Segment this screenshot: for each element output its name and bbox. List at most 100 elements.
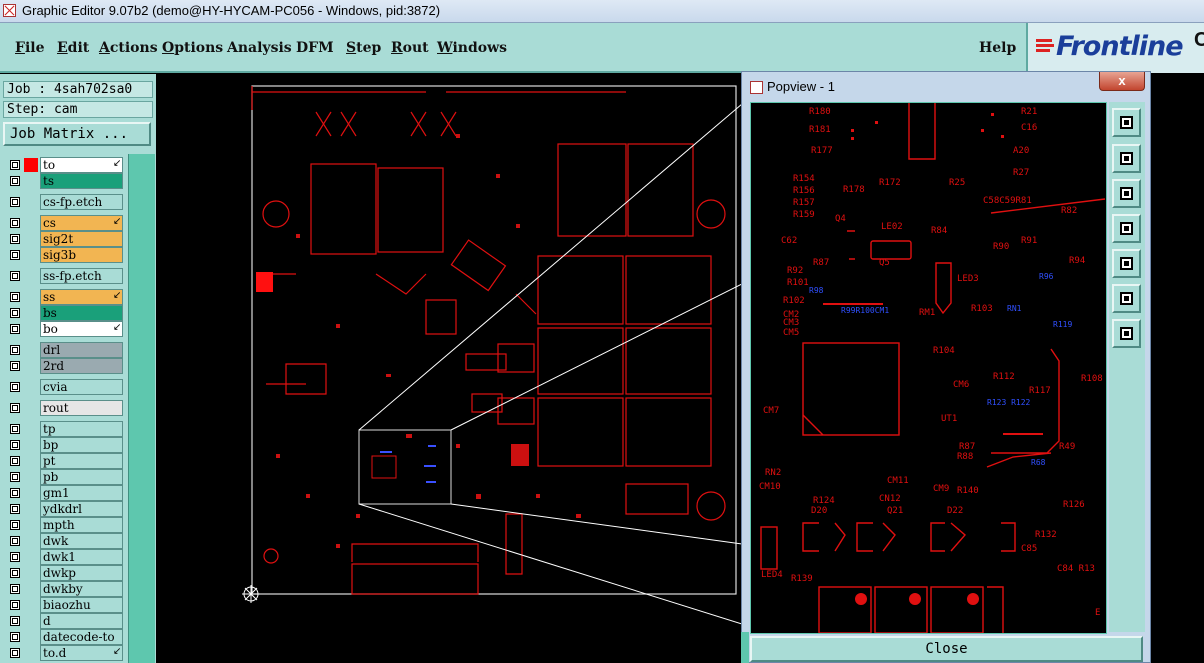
layer-checkbox[interactable] [10, 403, 20, 413]
layer-checkbox[interactable] [10, 197, 20, 207]
layer-checkbox[interactable] [10, 271, 20, 281]
layer-checkbox[interactable] [10, 440, 20, 450]
layer-label[interactable]: dwkby [40, 581, 123, 597]
popview-close-icon[interactable]: x [1099, 72, 1145, 91]
layer-row[interactable]: d [5, 613, 125, 629]
graphic-canvas[interactable] [156, 74, 742, 663]
layer-checkbox[interactable] [10, 234, 20, 244]
layer-label[interactable]: dwk [40, 533, 123, 549]
layer-label[interactable]: drl [40, 342, 123, 358]
layer-row[interactable]: cs ↙ [5, 215, 125, 231]
menu-rout[interactable]: Rout [391, 40, 429, 56]
layer-label[interactable]: mpth [40, 517, 123, 533]
popview-layer-down-icon[interactable] [1112, 179, 1141, 208]
layer-label[interactable]: ts [40, 173, 123, 189]
layer-row[interactable]: to ↙ [5, 157, 125, 173]
layer-color-swatch[interactable] [24, 158, 38, 172]
layer-label[interactable]: tp [40, 421, 123, 437]
layer-checkbox[interactable] [10, 218, 20, 228]
layer-row[interactable]: tp [5, 421, 125, 437]
menu-options[interactable]: Options [162, 40, 223, 56]
layer-label[interactable]: cs [40, 215, 123, 231]
layer-checkbox[interactable] [10, 292, 20, 302]
layer-row[interactable]: gm1 [5, 485, 125, 501]
layer-label[interactable]: d [40, 613, 123, 629]
popview-fit-icon[interactable] [1112, 108, 1141, 137]
layer-label[interactable]: to.d [40, 645, 123, 661]
layer-row[interactable]: cs-fp.etch [5, 194, 125, 210]
layer-label[interactable]: 2rd [40, 358, 123, 374]
menu-actions[interactable]: Actions [99, 40, 158, 56]
layer-row[interactable]: to.d ↙ [5, 645, 125, 661]
layer-label[interactable]: to [40, 157, 123, 173]
menu-file[interactable]: File [15, 40, 45, 56]
layer-color-swatch[interactable] [24, 534, 38, 548]
layer-label[interactable]: biaozhu [40, 597, 123, 613]
layer-color-swatch[interactable] [24, 582, 38, 596]
layer-checkbox[interactable] [10, 632, 20, 642]
layer-color-swatch[interactable] [24, 470, 38, 484]
layer-label[interactable]: dwk1 [40, 549, 123, 565]
layer-color-swatch[interactable] [24, 614, 38, 628]
menu-windows[interactable]: Windows [437, 40, 507, 56]
layer-label[interactable]: pt [40, 453, 123, 469]
layer-row[interactable]: datecode-to [5, 629, 125, 645]
layer-color-swatch[interactable] [24, 322, 38, 336]
layer-checkbox[interactable] [10, 504, 20, 514]
layer-row[interactable]: biaozhu [5, 597, 125, 613]
layer-row[interactable]: dwkby [5, 581, 125, 597]
layer-row[interactable]: dwk [5, 533, 125, 549]
layer-color-swatch[interactable] [24, 630, 38, 644]
popview-close-button[interactable]: Close [750, 636, 1143, 662]
layer-color-swatch[interactable] [24, 380, 38, 394]
menu-dfm[interactable]: DFM [296, 40, 334, 56]
layer-checkbox[interactable] [10, 568, 20, 578]
layer-checkbox[interactable] [10, 536, 20, 546]
layer-color-swatch[interactable] [24, 248, 38, 262]
layer-color-swatch[interactable] [24, 401, 38, 415]
menu-help[interactable]: Help [979, 40, 1016, 56]
layer-checkbox[interactable] [10, 472, 20, 482]
layer-checkbox[interactable] [10, 345, 20, 355]
layer-row[interactable]: sig3b [5, 247, 125, 263]
menu-analysis[interactable]: Analysis [227, 40, 292, 56]
layer-color-swatch[interactable] [24, 486, 38, 500]
layer-color-swatch[interactable] [24, 174, 38, 188]
layer-row[interactable]: rout [5, 400, 125, 416]
layer-checkbox[interactable] [10, 616, 20, 626]
layer-label[interactable]: ydkdrl [40, 501, 123, 517]
layer-row[interactable]: ss ↙ [5, 289, 125, 305]
layer-label[interactable]: sig2t [40, 231, 123, 247]
layer-row[interactable]: bo ↙ [5, 321, 125, 337]
layer-row[interactable]: dwk1 [5, 549, 125, 565]
layer-color-swatch[interactable] [24, 216, 38, 230]
layer-color-swatch[interactable] [24, 454, 38, 468]
popview-pan-right-icon[interactable] [1112, 249, 1141, 278]
layer-label[interactable]: ss-fp.etch [40, 268, 123, 284]
menu-edit[interactable]: Edit [57, 40, 89, 56]
layer-label[interactable]: pb [40, 469, 123, 485]
layer-label[interactable]: bs [40, 305, 123, 321]
layer-color-swatch[interactable] [24, 359, 38, 373]
layer-row[interactable]: pt [5, 453, 125, 469]
layer-label[interactable]: gm1 [40, 485, 123, 501]
layer-row[interactable]: mpth [5, 517, 125, 533]
layer-checkbox[interactable] [10, 382, 20, 392]
layer-list-scrollbar[interactable] [128, 154, 155, 663]
layer-checkbox[interactable] [10, 552, 20, 562]
window-title-bar[interactable]: Graphic Editor 9.07b2 (demo@HY-HYCAM-PC0… [0, 0, 1204, 23]
layer-color-swatch[interactable] [24, 422, 38, 436]
popview-layer-up-icon[interactable] [1112, 144, 1141, 173]
layer-color-swatch[interactable] [24, 195, 38, 209]
layer-row[interactable]: ydkdrl [5, 501, 125, 517]
layer-color-swatch[interactable] [24, 566, 38, 580]
layer-checkbox[interactable] [10, 648, 20, 658]
layer-row[interactable]: drl [5, 342, 125, 358]
layer-row[interactable]: ts [5, 173, 125, 189]
layer-row[interactable]: sig2t [5, 231, 125, 247]
popview-zoom-in-icon[interactable] [1112, 284, 1141, 313]
layer-checkbox[interactable] [10, 250, 20, 260]
popview-canvas[interactable]: R180 R181 R21 C16 R177 A20 R154 R156 R157 R159 R17… [750, 102, 1107, 634]
popview-zoom-out-icon[interactable] [1112, 319, 1141, 348]
layer-label[interactable]: sig3b [40, 247, 123, 263]
